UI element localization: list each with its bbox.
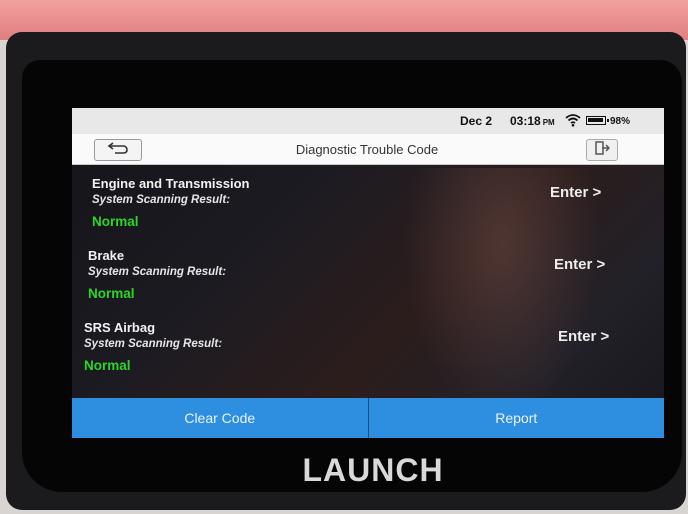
title-bar: Diagnostic Trouble Code	[72, 134, 664, 165]
system-name: SRS Airbag	[84, 320, 156, 335]
system-scan-result: Normal	[84, 358, 131, 373]
system-name: Engine and Transmission	[92, 176, 250, 191]
system-scan-result: Normal	[88, 286, 135, 301]
battery-icon	[586, 116, 609, 125]
system-item-engine: Engine and Transmission System Scanning …	[92, 176, 652, 246]
screen: Dec 2 03:18 PM 98% Diagnostic Trouble Cod…	[72, 108, 664, 438]
wifi-icon	[565, 113, 581, 127]
system-scan-result: Normal	[92, 214, 139, 229]
system-scan-label: System Scanning Result:	[84, 338, 223, 350]
battery-level	[588, 118, 603, 122]
status-time: 03:18 PM	[510, 114, 555, 128]
page-title: Diagnostic Trouble Code	[295, 142, 439, 157]
status-time-value: 03:18	[510, 114, 541, 128]
bottom-action-bar: Clear Code Report	[72, 398, 664, 438]
clear-code-button[interactable]: Clear Code	[72, 398, 369, 438]
battery-percent: 98%	[610, 116, 631, 127]
report-button[interactable]: Report	[368, 398, 664, 438]
exit-icon	[594, 140, 611, 160]
system-item-srs-airbag: SRS Airbag System Scanning Result: Norma…	[84, 320, 644, 390]
system-item-brake: Brake System Scanning Result: Normal Ent…	[88, 248, 648, 318]
system-scan-label: System Scanning Result:	[92, 194, 231, 206]
back-button[interactable]	[94, 139, 142, 161]
status-bar: Dec 2 03:18 PM 98%	[72, 108, 664, 134]
enter-button-engine[interactable]: Enter >	[550, 184, 601, 201]
system-name: Brake	[88, 248, 125, 263]
system-scan-label: System Scanning Result:	[88, 266, 227, 278]
back-arrow-icon	[107, 141, 129, 160]
exit-button[interactable]	[586, 139, 618, 161]
enter-button-brake[interactable]: Enter >	[554, 256, 605, 273]
status-date: Dec 2	[460, 114, 493, 128]
enter-button-srs-airbag[interactable]: Enter >	[558, 328, 609, 345]
device-brand: LAUNCH	[302, 452, 444, 488]
status-ampm: PM	[542, 118, 555, 127]
